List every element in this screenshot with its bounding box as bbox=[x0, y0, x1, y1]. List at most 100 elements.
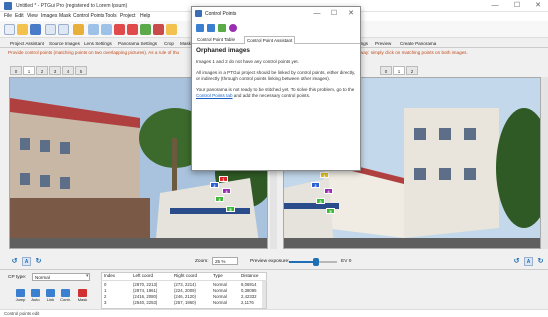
control-point[interactable]: 4 bbox=[222, 188, 231, 194]
control-point[interactable]: 5 bbox=[226, 206, 235, 212]
next-icon[interactable] bbox=[127, 24, 138, 35]
left-image-tab-4[interactable]: 4 bbox=[62, 66, 74, 75]
auto-button[interactable]: Auto bbox=[29, 288, 42, 305]
menu-file[interactable]: File bbox=[4, 13, 12, 19]
save-icon[interactable] bbox=[30, 24, 41, 35]
menu-images[interactable]: Images bbox=[41, 13, 57, 19]
zoom-select[interactable]: 25 % bbox=[212, 257, 238, 265]
auto-label: Auto bbox=[31, 297, 40, 302]
control-point[interactable]: 1 bbox=[219, 176, 228, 182]
dialog-close-button[interactable]: ✕ bbox=[344, 9, 358, 19]
close-button[interactable]: ✕ bbox=[531, 1, 545, 11]
menu-control-points[interactable]: Control Points bbox=[73, 13, 104, 19]
control-point[interactable]: 3 bbox=[215, 196, 224, 202]
column-header-index[interactable]: Index bbox=[104, 273, 115, 278]
dialog-minimize-button[interactable]: — bbox=[310, 9, 324, 19]
control-points-dialog: Control Points — ☐ ✕ Control Point Table… bbox=[191, 6, 361, 171]
rotate-right-icon[interactable]: ↻ bbox=[536, 257, 545, 266]
minimize-button[interactable]: — bbox=[488, 1, 502, 11]
window-title: Untitled * - PTGui Pro (registered to Lo… bbox=[16, 3, 128, 9]
mask-tool-icon[interactable] bbox=[153, 24, 164, 35]
tab-lens-settings[interactable]: Lens Settings bbox=[82, 39, 114, 48]
control-icon bbox=[61, 289, 70, 297]
column-header-right-coord[interactable]: Right coord bbox=[174, 273, 197, 278]
table-header-divider bbox=[101, 280, 267, 281]
left-image-tab-5[interactable]: 5 bbox=[75, 66, 87, 75]
link-icon bbox=[46, 289, 55, 297]
tab-crop[interactable]: Crop bbox=[162, 39, 176, 48]
column-header-left-coord[interactable]: Left coord bbox=[133, 273, 153, 278]
control-button[interactable]: Contr. bbox=[59, 288, 72, 305]
menu-project[interactable]: Project bbox=[120, 13, 136, 19]
open-folder-icon[interactable] bbox=[17, 24, 28, 35]
panorama-editor-icon[interactable] bbox=[140, 24, 151, 35]
cp-type-select[interactable]: Normal bbox=[32, 273, 90, 281]
control-points-tab-link[interactable]: Control Points tab bbox=[196, 93, 233, 98]
add-control-point-icon[interactable] bbox=[218, 24, 226, 32]
exposure-value: EV 0 bbox=[341, 259, 352, 264]
right-image-tab-2[interactable]: 2 bbox=[406, 66, 418, 75]
align-images-icon[interactable] bbox=[73, 24, 84, 35]
right-pane-scrollbar[interactable] bbox=[541, 77, 548, 249]
control-point[interactable]: 5 bbox=[326, 208, 335, 214]
undo-icon[interactable] bbox=[45, 24, 56, 35]
menu-edit[interactable]: Edit bbox=[15, 13, 24, 19]
jump-icon[interactable] bbox=[196, 24, 204, 32]
tab-panorama-settings[interactable]: Panorama Settings bbox=[116, 39, 159, 48]
tab-preview[interactable]: Preview bbox=[373, 39, 393, 48]
menu-mask[interactable]: Mask bbox=[59, 13, 71, 19]
jump-button[interactable]: Jump bbox=[14, 288, 27, 305]
maximize-button[interactable]: ☐ bbox=[510, 1, 524, 11]
control-point[interactable]: 1 bbox=[320, 172, 329, 178]
tab-control-point-assistant[interactable]: Control Point Assistant bbox=[244, 36, 296, 44]
auto-icon[interactable] bbox=[207, 24, 215, 32]
right-image-tab-0[interactable]: 0 bbox=[380, 66, 392, 75]
control-point[interactable]: 2 bbox=[210, 182, 219, 188]
left-image-tab-0[interactable]: 0 bbox=[10, 66, 22, 75]
zoom-out-icon[interactable] bbox=[101, 24, 112, 35]
left-image-tab-2[interactable]: 2 bbox=[36, 66, 48, 75]
previous-icon[interactable] bbox=[114, 24, 125, 35]
menu-view[interactable]: View bbox=[27, 13, 38, 19]
dialog-toolbar bbox=[192, 22, 360, 34]
tab-create-panorama[interactable]: Create Panorama bbox=[398, 39, 438, 48]
link-button[interactable]: Link bbox=[44, 288, 57, 305]
dialog-paragraph-3: Your panorama is not ready to be stitche… bbox=[196, 87, 356, 99]
column-header-distance[interactable]: Distance bbox=[241, 273, 259, 278]
dialog-paragraph-1: Images 1 and 2 do not have any control p… bbox=[196, 59, 299, 64]
column-header-type[interactable]: Type bbox=[213, 273, 223, 278]
tab-control-point-table[interactable]: Control Point Table bbox=[195, 36, 237, 44]
menu-help[interactable]: Help bbox=[140, 13, 150, 19]
left-image-tab-1[interactable]: 1 bbox=[23, 66, 35, 75]
table-cell: (224, 2009) bbox=[174, 288, 196, 293]
instruction-text: Provide control points (matching points … bbox=[8, 50, 180, 55]
rotate-left-icon[interactable]: ↺ bbox=[10, 257, 19, 266]
rotate-right-icon[interactable]: ↻ bbox=[34, 257, 43, 266]
tab-source-images[interactable]: Source Images bbox=[47, 39, 82, 48]
control-point[interactable]: 2 bbox=[311, 182, 320, 188]
tab-project-assistant[interactable]: Project Assistant bbox=[8, 39, 46, 48]
control-point[interactable]: 4 bbox=[324, 188, 333, 194]
menu-tools[interactable]: Tools bbox=[105, 13, 117, 19]
redo-icon[interactable] bbox=[58, 24, 69, 35]
new-project-icon[interactable] bbox=[4, 24, 15, 35]
table-cell: (257, 1960) bbox=[174, 300, 196, 305]
auto-align-icon[interactable]: A bbox=[524, 257, 533, 266]
rotate-left-icon[interactable]: ↺ bbox=[512, 257, 521, 266]
table-cell: (246, 2120) bbox=[174, 294, 196, 299]
settings-icon[interactable] bbox=[229, 24, 237, 32]
auto-align-icon[interactable]: A bbox=[22, 257, 31, 266]
mask-label: Mask bbox=[77, 297, 88, 302]
control-point[interactable]: 3 bbox=[316, 198, 325, 204]
table-scrollbar[interactable] bbox=[262, 281, 266, 308]
right-image-tab-1[interactable]: 1 bbox=[393, 66, 405, 75]
zoom-in-icon[interactable] bbox=[88, 24, 99, 35]
mask-button[interactable]: Mask bbox=[76, 288, 89, 305]
left-image-tab-3[interactable]: 3 bbox=[49, 66, 61, 75]
control-label: Contr. bbox=[60, 297, 71, 302]
link-label: Link bbox=[46, 297, 55, 302]
dialog-paragraph-3-text: Your panorama is not ready to be stitche… bbox=[196, 87, 355, 92]
exposure-slider-thumb[interactable] bbox=[313, 258, 319, 266]
dialog-maximize-button[interactable]: ☐ bbox=[327, 9, 341, 19]
batch-icon[interactable] bbox=[166, 24, 177, 35]
